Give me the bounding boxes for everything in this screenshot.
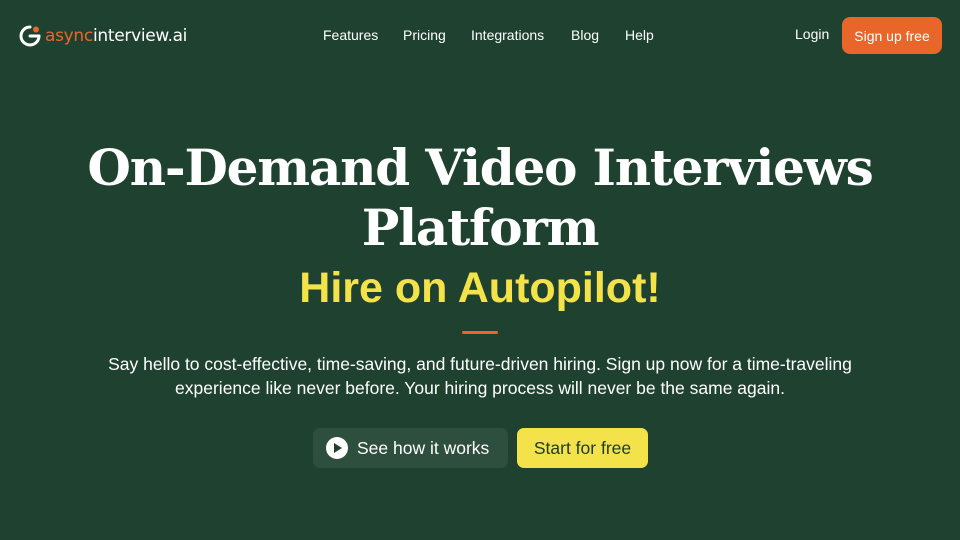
hero-description-line-1: Say hello to cost-effective, time-saving… [108, 354, 852, 374]
login-link[interactable]: Login [795, 26, 829, 42]
hero-description-line-2: experience like never before. Your hirin… [175, 378, 785, 398]
hero-title-line-2: Platform [361, 198, 600, 257]
nav-item-blog[interactable]: Blog [571, 27, 599, 43]
logo-icon [18, 24, 42, 48]
hero-title-line-1: On-Demand Video Interviews [87, 138, 873, 197]
top-navigation-bar: asyncinterview.ai Features Pricing Integ… [0, 0, 960, 72]
play-icon [326, 437, 348, 459]
brand-name: asyncinterview.ai [45, 26, 187, 46]
see-how-it-works-label: See how it works [357, 437, 490, 458]
brand-name-accent: async [45, 26, 93, 46]
hero-divider [462, 331, 498, 334]
hero-description: Say hello to cost-effective, time-saving… [60, 352, 900, 400]
brand-name-rest: interview.ai [92, 26, 188, 46]
nav-item-pricing[interactable]: Pricing [403, 27, 446, 43]
brand-logo[interactable]: asyncinterview.ai [18, 24, 187, 48]
nav-item-integrations[interactable]: Integrations [471, 27, 544, 43]
hero-subtitle: Hire on Autopilot! [299, 264, 661, 312]
nav-item-features[interactable]: Features [323, 27, 378, 43]
start-for-free-button[interactable]: Start for free [517, 428, 648, 468]
nav-item-help[interactable]: Help [625, 27, 654, 43]
see-how-it-works-button[interactable]: See how it works [313, 428, 508, 468]
signup-button[interactable]: Sign up free [842, 17, 942, 54]
cta-row: See how it works Start for free [0, 428, 960, 468]
hero-title: On-Demand Video Interviews Platform [0, 138, 960, 258]
